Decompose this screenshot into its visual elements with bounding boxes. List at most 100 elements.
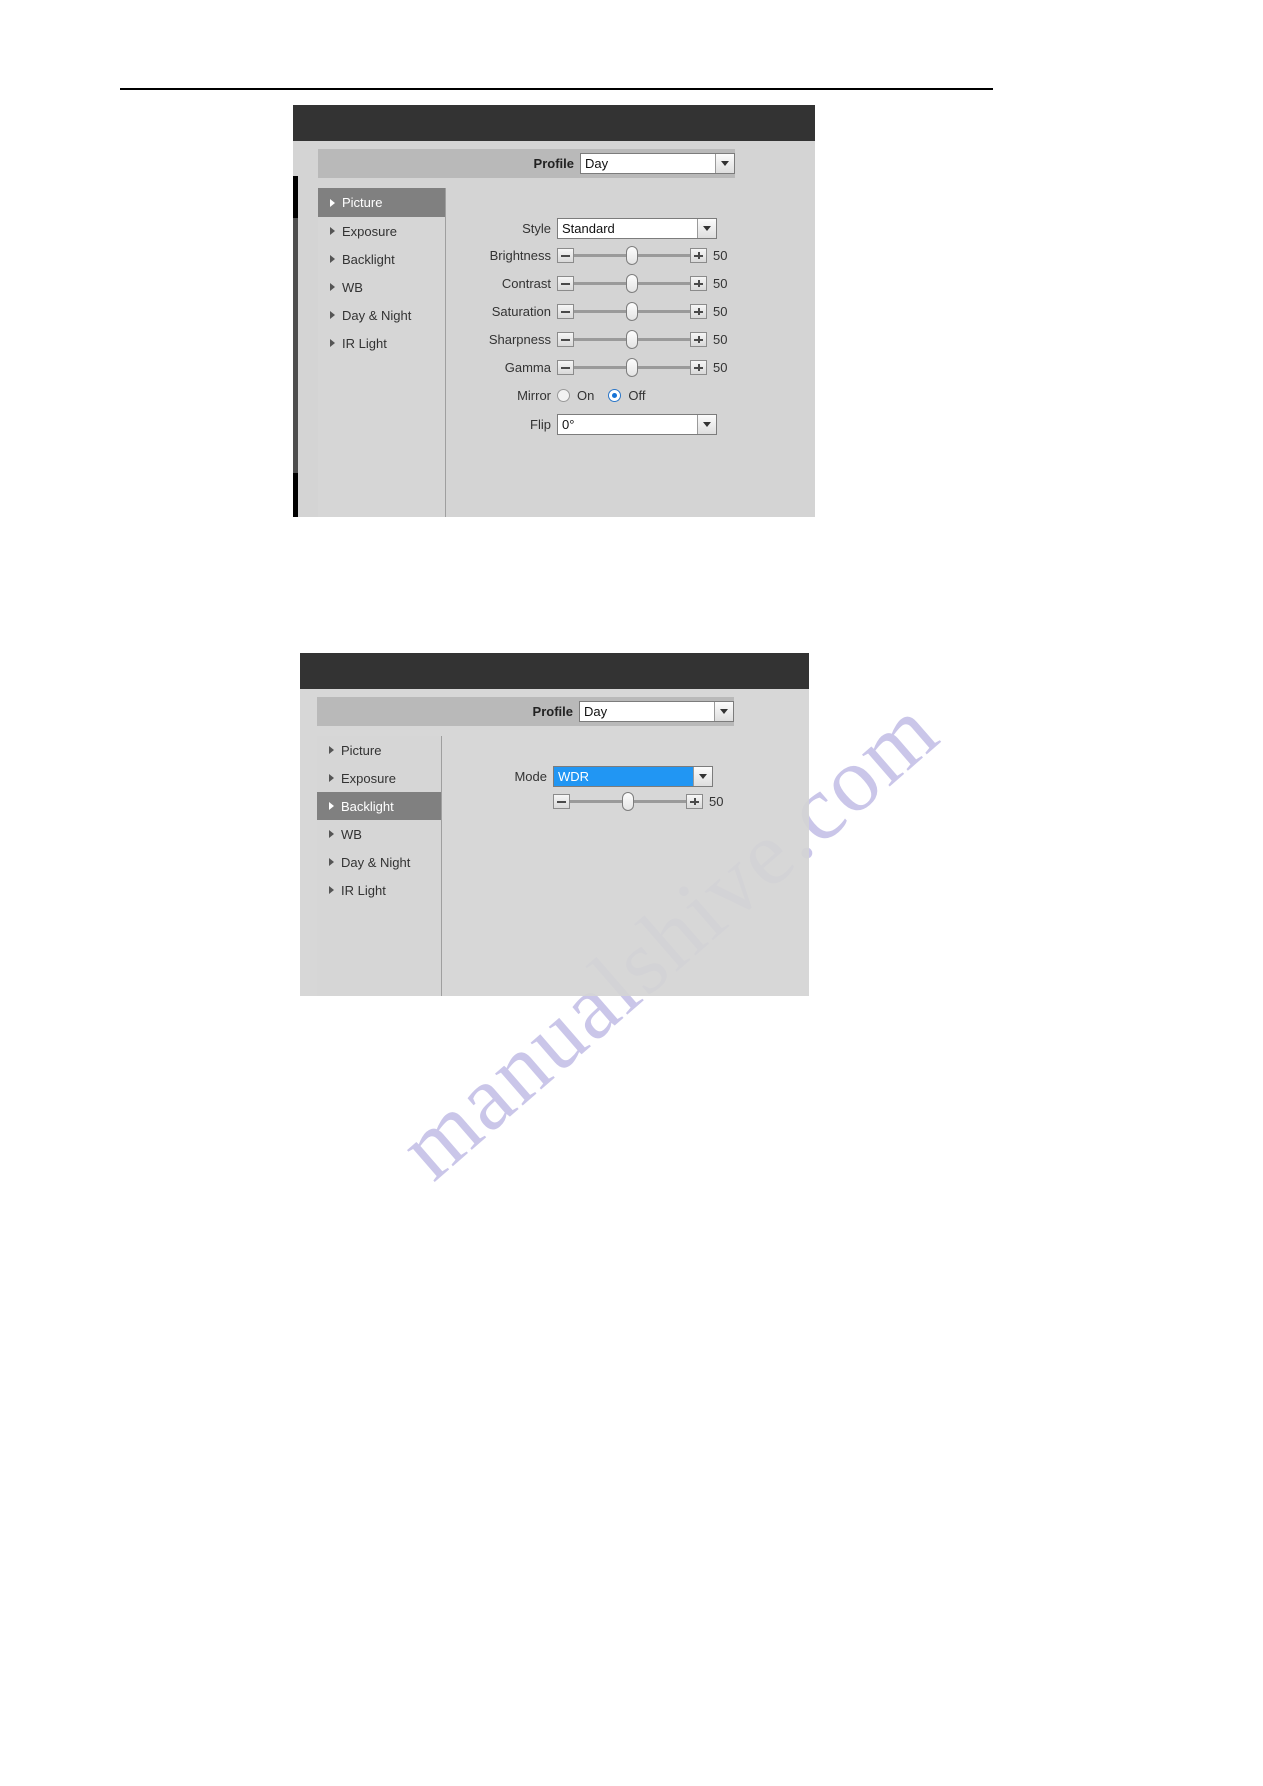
sidebar-item-day-night[interactable]: Day & Night [317,848,441,876]
mirror-off-label: Off [628,388,646,403]
sidebar-item-exposure[interactable]: Exposure [317,764,441,792]
slider-track[interactable] [574,330,690,349]
mirror-row: Mirror On Off [446,388,756,403]
sidebar-item-label: Picture [341,742,382,758]
saturation-row: Saturation 50 [446,302,756,321]
saturation-label: Saturation [491,304,551,319]
profile-select[interactable]: Day [580,153,735,174]
sidebar-item-label: WB [341,826,362,842]
flip-select-value: 0° [558,415,697,434]
brightness-slider[interactable] [557,246,707,265]
sidebar-item-label: Backlight [342,251,395,267]
backlight-level-slider[interactable] [553,792,703,811]
sidebar-item-label: IR Light [341,882,386,898]
sidebar-item-backlight[interactable]: Backlight [318,245,445,273]
increase-button[interactable] [690,304,707,319]
profile-label: Profile [533,156,574,171]
gamma-label: Gamma [504,360,551,375]
settings-form: Mode WDR 50 [442,736,809,996]
mode-label: Mode [514,769,547,784]
decrease-button[interactable] [557,332,574,347]
decrease-button[interactable] [557,304,574,319]
slider-track[interactable] [574,246,690,265]
sidebar-item-label: Exposure [342,223,397,239]
sidebar-item-label: Picture [342,195,383,210]
caret-right-icon [330,198,335,207]
sidebar: Picture Exposure Backlight WB Day & Nigh… [317,736,442,996]
slider-thumb[interactable] [626,358,638,377]
caret-right-icon [329,746,334,754]
caret-right-icon [329,802,334,810]
slider-track[interactable] [574,358,690,377]
sidebar-item-wb[interactable]: WB [318,273,445,301]
caret-right-icon [330,311,335,319]
mode-row: Mode WDR [442,766,725,787]
decrease-button[interactable] [557,276,574,291]
mirror-label: Mirror [517,388,551,403]
decrease-button[interactable] [557,360,574,375]
chevron-down-icon[interactable] [714,702,733,721]
slider-thumb[interactable] [622,792,634,811]
slider-track[interactable] [574,274,690,293]
chevron-down-icon[interactable] [697,219,716,238]
increase-button[interactable] [690,276,707,291]
brightness-row: Brightness 50 [446,246,756,265]
panel-titlebar [300,653,809,689]
sidebar-item-label: Day & Night [342,307,412,323]
sidebar-item-ir-light[interactable]: IR Light [317,876,441,904]
sidebar-item-ir-light[interactable]: IR Light [318,329,445,357]
mirror-off-radio[interactable] [608,389,622,402]
window-edge-strip-middle [293,218,298,473]
panel-titlebar [293,105,815,141]
chevron-down-icon[interactable] [697,415,716,434]
sidebar-item-wb[interactable]: WB [317,820,441,848]
decrease-button[interactable] [557,248,574,263]
increase-button[interactable] [690,248,707,263]
gamma-slider[interactable] [557,358,707,377]
chevron-down-icon[interactable] [715,154,734,173]
increase-button[interactable] [686,794,703,809]
slider-track[interactable] [574,302,690,321]
slider-thumb[interactable] [626,302,638,321]
brightness-value: 50 [713,248,728,263]
mirror-radio-group: On Off [557,388,659,403]
saturation-slider[interactable] [557,302,707,321]
style-row: Style Standard [446,218,729,239]
sidebar-item-day-night[interactable]: Day & Night [318,301,445,329]
slider-thumb[interactable] [626,330,638,349]
picture-settings-panel: Profile Day Picture Exposure Backlight W… [293,105,815,517]
window-edge-strip-bottom [293,473,298,517]
window-edge-strip-top [293,176,298,218]
increase-button[interactable] [690,332,707,347]
profile-select[interactable]: Day [579,701,734,722]
sidebar-item-label: IR Light [342,335,387,351]
slider-thumb[interactable] [626,246,638,265]
slider-track[interactable] [570,792,686,811]
sharpness-slider[interactable] [557,330,707,349]
sidebar-item-exposure[interactable]: Exposure [318,217,445,245]
flip-select[interactable]: 0° [557,414,717,435]
mirror-on-radio[interactable] [557,389,570,402]
profile-bar: Profile Day [318,149,735,178]
style-select-value: Standard [558,219,697,238]
sidebar-item-picture[interactable]: Picture [318,188,445,217]
mode-select[interactable]: WDR [553,766,713,787]
page-header-rule [120,88,993,90]
sharpness-row: Sharpness 50 [446,330,756,349]
slider-thumb[interactable] [626,274,638,293]
sidebar-item-label: Exposure [341,770,396,786]
sidebar-item-backlight[interactable]: Backlight [317,792,441,820]
contrast-slider[interactable] [557,274,707,293]
backlight-settings-panel: Profile Day Picture Exposure Backlight W… [300,653,809,996]
decrease-button[interactable] [553,794,570,809]
flip-label: Flip [530,417,551,432]
sidebar-item-label: Day & Night [341,854,411,870]
chevron-down-icon[interactable] [693,767,712,786]
profile-select-value: Day [581,154,715,173]
sidebar-item-picture[interactable]: Picture [317,736,441,764]
profile-select-value: Day [580,702,714,721]
sharpness-label: Sharpness [488,332,551,347]
style-select[interactable]: Standard [557,218,717,239]
increase-button[interactable] [690,360,707,375]
flip-row: Flip 0° [446,414,729,435]
